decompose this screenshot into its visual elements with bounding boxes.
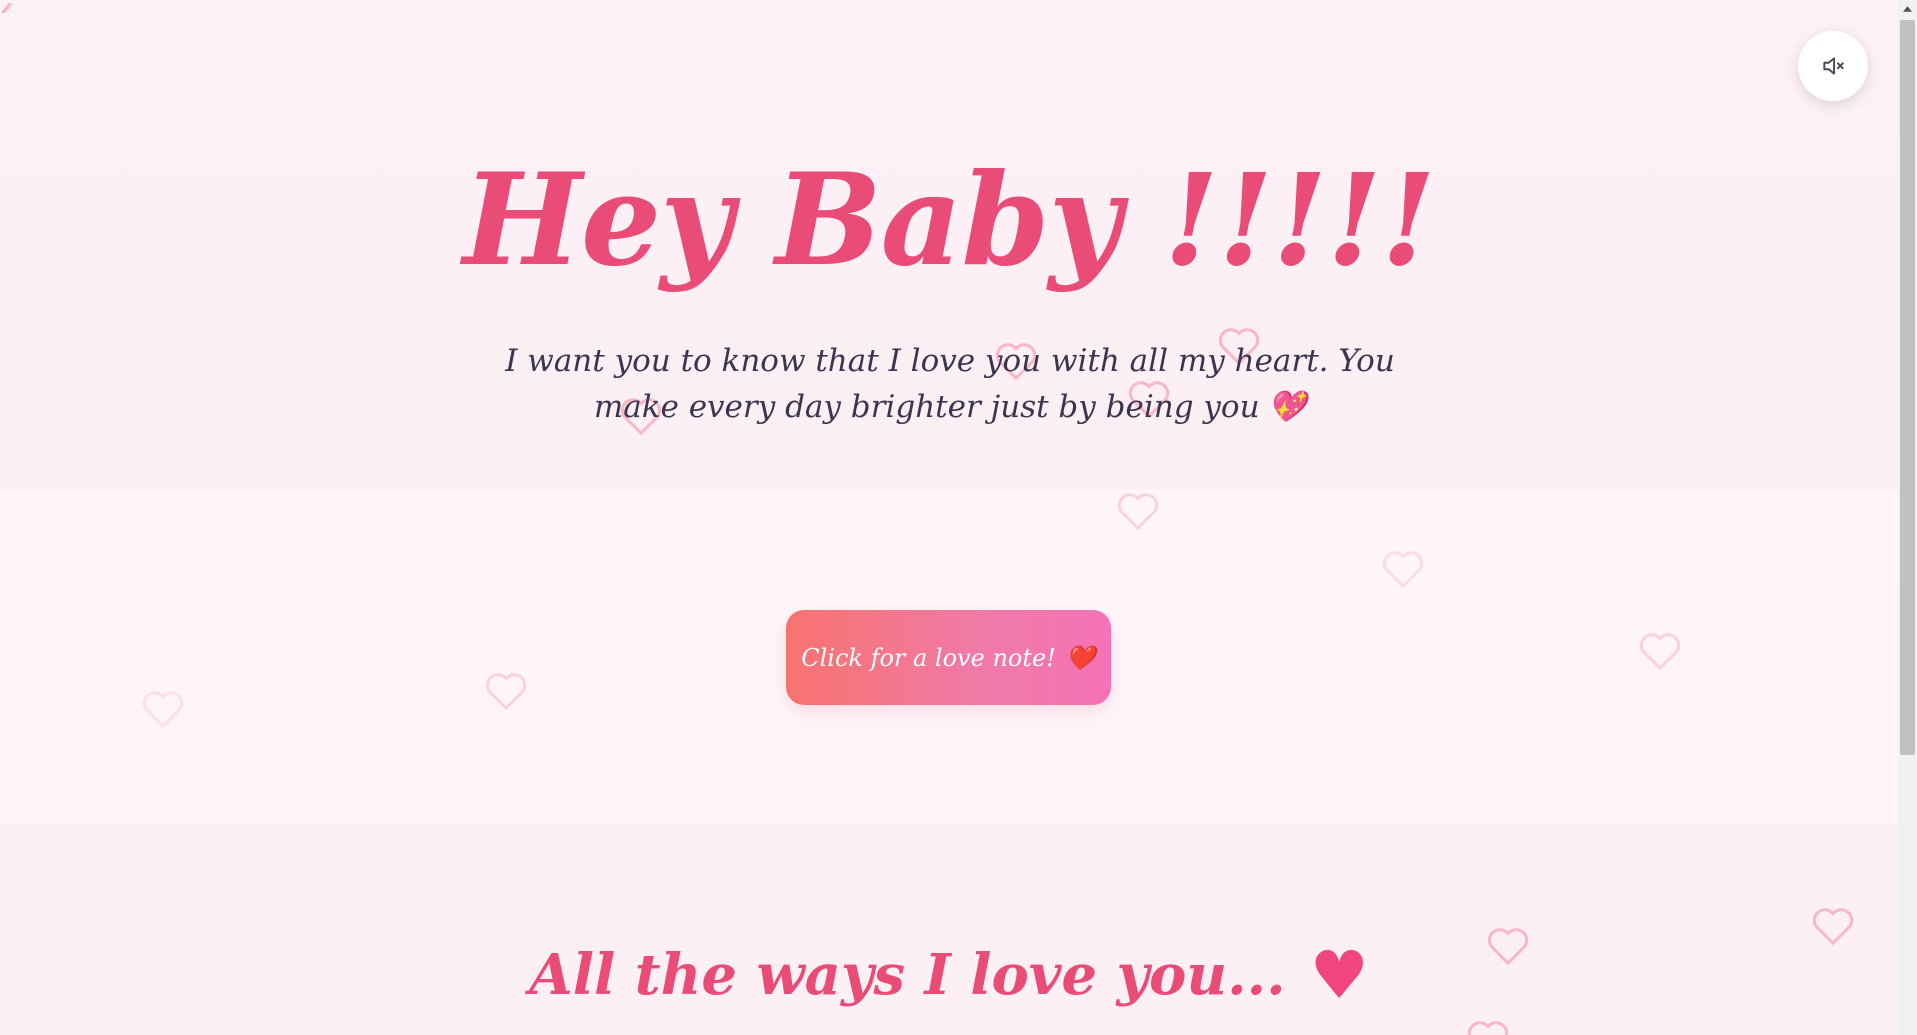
hero-message-text: I want you to know that I love you with … [505, 343, 1395, 425]
ways-section-title: All the ways I love you... ♥ [0, 935, 1898, 1015]
page-viewport: Hey Baby !!!!! I want you to know that I… [0, 0, 1898, 1035]
speaker-muted-icon [1823, 57, 1844, 75]
corner-heart-icon [0, 0, 16, 14]
heart-icon: ♥ [1309, 936, 1369, 1014]
love-note-button-label: Click for a love note! [801, 643, 1056, 672]
love-note-button[interactable]: Click for a love note! ❤️ [786, 610, 1111, 705]
page-title: Hey Baby !!!!! [462, 146, 1436, 294]
scroll-up-arrow-icon[interactable] [1898, 0, 1917, 18]
floating-heart-icon [1465, 1018, 1511, 1035]
floating-heart-icon [140, 688, 186, 730]
floating-heart-icon [483, 670, 529, 712]
hero-message: I want you to know that I love you with … [460, 338, 1440, 430]
floating-heart-icon [1380, 548, 1426, 590]
floating-heart-icon [1637, 630, 1683, 672]
ways-title-text: All the ways I love you... [529, 942, 1286, 1008]
red-heart-icon: ❤️ [1065, 643, 1096, 672]
sparkling-heart-icon: 💖 [1267, 389, 1307, 425]
vertical-scrollbar[interactable] [1898, 0, 1917, 1035]
floating-heart-icon [1115, 490, 1161, 532]
scrollbar-thumb[interactable] [1900, 20, 1915, 755]
mute-toggle-button[interactable] [1798, 31, 1868, 101]
